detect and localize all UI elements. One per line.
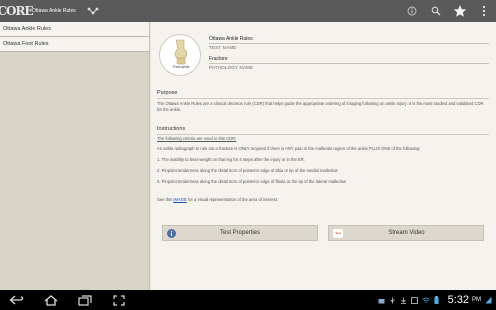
ankle-badge: Fresh Ankle: [159, 34, 201, 76]
sidebar-item-ottawa-ankle-rules[interactable]: Ottawa Ankle Rules: [0, 22, 149, 37]
status-area: 5:32 PM: [378, 290, 492, 310]
test-name-value: Ottawa Ankle Rules: [209, 36, 253, 42]
ankle-bone-icon: [174, 39, 188, 65]
youtube-text: You: [335, 231, 341, 235]
info-icon: [167, 228, 176, 238]
stream-video-label: Stream Video: [388, 230, 425, 236]
criteria-item-1: 1. The inability to bear weight on that …: [157, 157, 305, 162]
overflow-menu-icon[interactable]: [472, 0, 496, 22]
criteria-item-3: 3. Pinpoint tenderness along the distal …: [157, 179, 347, 184]
test-properties-button[interactable]: Test Properties: [162, 225, 318, 241]
image-link[interactable]: IMAGE: [173, 197, 187, 202]
section-divider: [157, 98, 489, 99]
youtube-icon: You: [333, 228, 343, 238]
usb-icon: [389, 296, 397, 304]
test-name-field: Ottawa Ankle Rules TEST NAME: [209, 36, 489, 50]
main-content: Fresh Ankle Ottawa Ankle Rules TEST NAME…: [151, 22, 496, 290]
stream-video-button[interactable]: You Stream Video: [328, 225, 484, 241]
test-header: Fresh Ankle Ottawa Ankle Rules TEST NAME…: [159, 34, 489, 98]
criteria-item-2: 2. Pinpoint tenderness along the distal …: [157, 168, 338, 173]
star-icon[interactable]: [448, 0, 472, 22]
instructions-intro: An ankle radiograph to rule out a fractu…: [157, 146, 421, 151]
info-icon[interactable]: [400, 0, 424, 22]
purpose-title: Purpose: [157, 90, 178, 96]
home-icon[interactable]: [34, 290, 68, 310]
see-suffix: for a visual representation of the area …: [186, 197, 279, 202]
see-prefix: See this: [157, 197, 174, 202]
app-logo[interactable]: CORE: [0, 0, 34, 22]
recent-apps-icon[interactable]: [68, 290, 102, 310]
clock-ampm: PM: [472, 297, 481, 303]
shopping-bag-icon: [378, 296, 386, 304]
share-nodes-icon[interactable]: [86, 4, 100, 18]
clock-time: 5:32: [447, 294, 469, 306]
pathology-field: Fracture PATHOLOGY NAME: [209, 56, 489, 70]
signal-icon: [484, 296, 492, 304]
pathology-value: Fracture: [209, 56, 228, 62]
search-icon[interactable]: [424, 0, 448, 22]
back-icon[interactable]: [0, 290, 34, 310]
instructions-title: Instructions: [157, 126, 186, 132]
screenshot-notify-icon: [411, 296, 419, 304]
badge-caption: Fresh Ankle: [172, 65, 190, 69]
download-icon: [400, 296, 408, 304]
purpose-text: The Ottawa Ankle Rules are a clinical de…: [157, 101, 484, 112]
sidebar: Ottawa Ankle Rules Ottawa Foot Rules: [0, 22, 150, 290]
section-divider: [157, 134, 489, 135]
app-title: Ottawa Ankle Rules: [32, 8, 76, 14]
test-properties-label: Test Properties: [219, 230, 261, 236]
screenshot-icon[interactable]: [102, 290, 136, 310]
wifi-icon: [421, 296, 430, 304]
action-bar: CORE Ottawa Ankle Rules: [0, 0, 496, 22]
pathology-label: PATHOLOGY NAME: [209, 65, 254, 70]
divider: [209, 63, 489, 64]
sidebar-item-ottawa-foot-rules[interactable]: Ottawa Foot Rules: [0, 37, 149, 52]
battery-icon: [433, 296, 441, 304]
test-name-label: TEST NAME: [209, 45, 237, 50]
divider: [209, 43, 489, 44]
criteria-heading: The following criteria are used in this …: [157, 136, 237, 141]
see-image-line: See this IMAGE for a visual representati…: [157, 197, 489, 203]
system-bar: 5:32 PM: [0, 290, 496, 310]
